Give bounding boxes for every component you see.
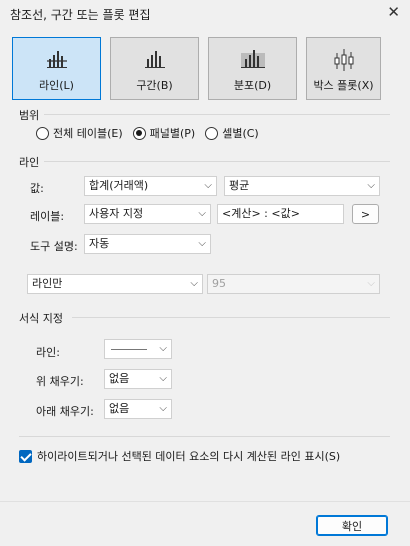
fill-below-text: 없음 — [109, 402, 130, 415]
scope-radio-per-pane[interactable]: 패널별(P) — [132, 125, 196, 141]
chevron-down-icon: ⌵ — [190, 278, 198, 289]
close-icon[interactable]: ✕ — [387, 3, 400, 21]
tab-band[interactable]: 구간(B) — [110, 37, 199, 100]
label-type-text: 사용자 지정 — [89, 207, 144, 220]
box-plot-icon — [333, 47, 355, 76]
value-aggregation-text: 평균 — [229, 179, 250, 192]
value-aggregation-dropdown[interactable]: 평균 ⌵ — [224, 176, 380, 196]
chevron-down-icon: ⌵ — [204, 180, 212, 191]
chevron-down-icon: ⌵ — [198, 208, 206, 219]
label-type-dropdown[interactable]: 사용자 지정 ⌵ — [84, 204, 211, 224]
label-text-input[interactable]: <계산> : <값> — [217, 204, 344, 224]
line-mode-dropdown[interactable]: 라인만 ⌵ — [27, 274, 203, 294]
distribution-chart-icon — [240, 47, 266, 72]
mark-type-tabs: 라인(L) 구간(B) 분포(D) 박스 플롯(X) — [12, 37, 381, 100]
format-line-label: 라인: — [36, 346, 60, 359]
line-style-dropdown[interactable]: ⌵ — [104, 339, 172, 359]
line-style-sample — [111, 349, 147, 350]
scope-radio-group: 전체 테이블(E) 패널별(P) 셀별(C) — [36, 125, 269, 141]
radio-indicator — [36, 126, 49, 140]
line-chart-icon — [46, 47, 68, 72]
tab-line-label: 라인(L) — [39, 79, 74, 92]
title-bar: 참조선, 구간 또는 플롯 편집 ✕ — [0, 0, 410, 28]
chevron-down-icon: ⌵ — [198, 238, 206, 249]
band-chart-icon — [144, 47, 166, 72]
footer-divider — [0, 501, 410, 502]
fill-above-label: 위 채우기: — [36, 375, 84, 388]
chevron-down-icon: ⌵ — [159, 403, 167, 414]
highlight-recalc-checkbox-row[interactable]: 하이라이트되거나 선택된 데이터 요소의 다시 계산된 라인 표시(S) — [19, 448, 340, 464]
fill-above-text: 없음 — [109, 372, 130, 385]
radio-indicator — [205, 126, 219, 140]
fill-below-label: 아래 채우기: — [36, 405, 94, 418]
fill-below-dropdown[interactable]: 없음 ⌵ — [104, 399, 172, 419]
radio-label: 전체 테이블(E) — [53, 127, 123, 140]
insert-field-button[interactable]: > — [352, 204, 379, 224]
highlight-divider — [19, 436, 390, 437]
tab-box-plot-label: 박스 플롯(X) — [313, 79, 374, 92]
scope-radio-entire-table[interactable]: 전체 테이블(E) — [36, 125, 123, 141]
tooltip-value-text: 자동 — [89, 237, 110, 250]
fill-above-dropdown[interactable]: 없음 ⌵ — [104, 369, 172, 389]
line-mode-text: 라인만 — [32, 277, 63, 290]
ok-button[interactable]: 확인 — [316, 515, 388, 536]
confidence-dropdown: 95 ⌵ — [207, 274, 380, 294]
line-divider — [44, 161, 390, 162]
window-title: 참조선, 구간 또는 플롯 편집 — [10, 8, 151, 22]
value-field-dropdown[interactable]: 합계(거래액) ⌵ — [84, 176, 217, 196]
format-section-label: 서식 지정 — [19, 312, 63, 325]
chevron-down-icon: ⌵ — [367, 278, 375, 289]
label-label: 레이블: — [30, 210, 65, 223]
chevron-down-icon: ⌵ — [159, 343, 167, 354]
line-section-label: 라인 — [19, 156, 40, 169]
tab-line[interactable]: 라인(L) — [12, 37, 101, 100]
tooltip-dropdown[interactable]: 자동 ⌵ — [84, 234, 211, 254]
tooltip-label: 도구 설명: — [30, 240, 78, 253]
scope-radio-per-cell[interactable]: 셀별(C) — [205, 125, 259, 141]
radio-label: 패널별(P) — [149, 127, 196, 140]
tab-distribution[interactable]: 분포(D) — [208, 37, 297, 100]
scope-label: 범위 — [19, 109, 40, 122]
format-divider — [72, 317, 390, 318]
radio-indicator — [132, 126, 146, 140]
tab-band-label: 구간(B) — [136, 79, 173, 92]
value-label: 값: — [30, 182, 44, 195]
value-field-text: 합계(거래액) — [89, 179, 149, 192]
chevron-down-icon: ⌵ — [159, 373, 167, 384]
radio-label: 셀별(C) — [222, 127, 259, 140]
scope-divider — [44, 114, 390, 115]
highlight-recalc-label: 하이라이트되거나 선택된 데이터 요소의 다시 계산된 라인 표시(S) — [37, 450, 341, 463]
confidence-text: 95 — [212, 277, 226, 290]
chevron-down-icon: ⌵ — [367, 180, 375, 191]
highlight-recalc-checkbox[interactable] — [19, 449, 32, 463]
tab-box-plot[interactable]: 박스 플롯(X) — [306, 37, 381, 100]
tab-distribution-label: 분포(D) — [233, 79, 272, 92]
